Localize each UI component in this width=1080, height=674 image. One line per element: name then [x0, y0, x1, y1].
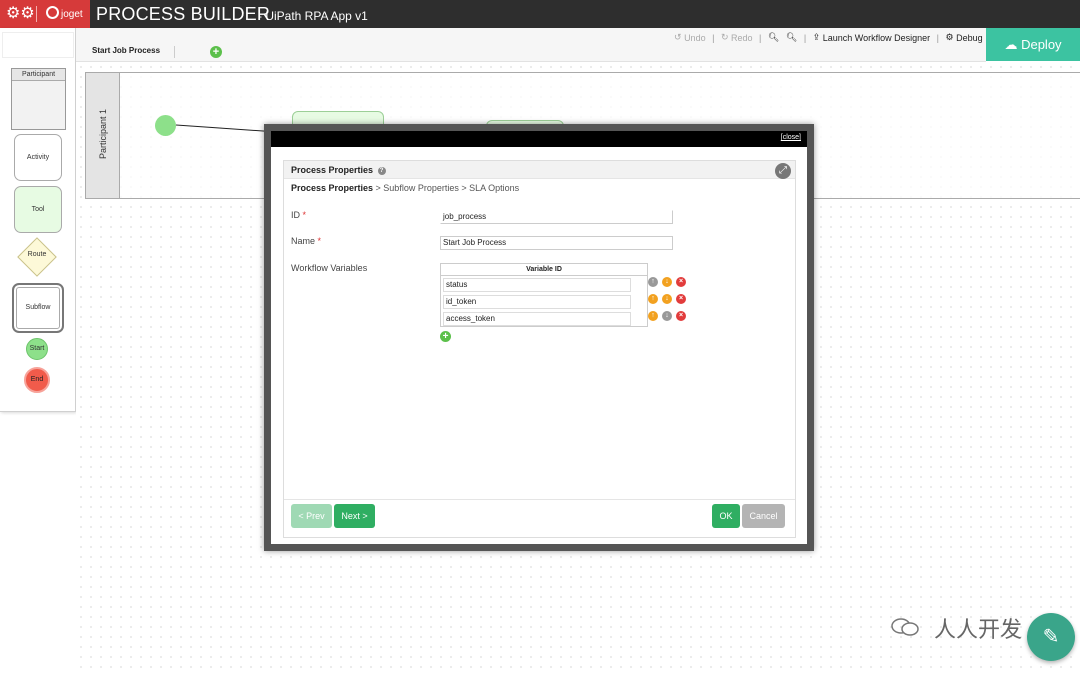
palette-route[interactable]: Route	[17, 237, 57, 277]
edit-fab[interactable]: ✎	[1027, 613, 1075, 661]
id-field[interactable]: job_process	[440, 210, 673, 224]
logo-divider	[36, 6, 37, 22]
launch-workflow-designer-button[interactable]: Launch Workflow Designer	[823, 33, 930, 43]
move-down-icon[interactable]: ↓	[662, 277, 672, 287]
toolbar-separator: |	[759, 32, 762, 43]
palette-end[interactable]: End	[24, 367, 50, 393]
move-down-icon[interactable]: ↓	[662, 294, 672, 304]
delete-icon[interactable]: ×	[676, 311, 686, 321]
breadcrumb: Process Properties > Subflow Properties …	[291, 183, 519, 193]
id-label-text: ID	[291, 210, 300, 220]
undo-button[interactable]: Undo	[684, 33, 706, 43]
dialog-footer: < Prev Next > OK Cancel	[284, 499, 795, 537]
row-controls: ↑ ↓ ×	[648, 277, 688, 289]
palette-header	[2, 32, 74, 58]
delete-icon[interactable]: ×	[676, 277, 686, 287]
toolbar-separator: |	[712, 32, 715, 43]
prev-button[interactable]: < Prev	[291, 504, 332, 528]
help-icon[interactable]: ?	[377, 167, 386, 175]
add-variable-icon[interactable]: +	[440, 331, 451, 342]
tab-start-job-process[interactable]: Start Job Process	[92, 46, 160, 55]
row-controls: ↑ ↓ ×	[648, 311, 688, 323]
cancel-button[interactable]: Cancel	[742, 504, 785, 528]
variables-table: Variable ID status id_token access_token	[440, 263, 648, 327]
palette-subflow[interactable]: Subflow	[12, 283, 64, 333]
debug-button[interactable]: Debug	[956, 33, 983, 43]
next-button[interactable]: Next >	[334, 504, 375, 528]
gear-icon: ⚙⚙	[6, 5, 35, 22]
zoom-in-icon[interactable]: 🔍︎	[768, 32, 779, 43]
name-field[interactable]: Start Job Process	[440, 236, 673, 250]
move-down-icon[interactable]: ↓	[662, 311, 672, 321]
breadcrumb-rest[interactable]: > Subflow Properties > SLA Options	[373, 183, 520, 193]
app-name: - UiPath RPA App v1	[258, 9, 368, 23]
undo-icon: ↺	[674, 32, 682, 43]
redo-icon: ↻	[720, 32, 729, 43]
variable-input[interactable]: id_token	[443, 295, 631, 309]
wechat-icon	[891, 618, 919, 636]
cloud-upload-icon: ☁	[1004, 37, 1018, 52]
joget-logo-icon	[46, 6, 59, 19]
move-up-icon[interactable]: ↑	[648, 294, 658, 304]
workflow-variables-label: Workflow Variables	[291, 263, 368, 273]
panel-title-text: Process Properties	[291, 165, 374, 175]
process-properties-dialog: [close] Process Properties ? ⤢ Process P…	[264, 124, 814, 551]
upload-icon: ⇪	[812, 32, 821, 43]
palette-start[interactable]: Start	[26, 338, 48, 360]
palette-participant[interactable]: Participant	[11, 68, 66, 130]
variable-input[interactable]: access_token	[443, 312, 631, 326]
move-up-icon[interactable]: ↑	[648, 277, 658, 287]
deploy-label: Deploy	[1021, 37, 1062, 52]
toolbar-separator: |	[803, 32, 807, 43]
watermark-text: 人人开发	[934, 617, 1023, 642]
name-label-text: Name	[291, 236, 316, 246]
move-up-icon[interactable]: ↑	[648, 311, 658, 321]
toolbar: ↺ Undo | ↻ Redo | 🔍︎ 🔍︎ | ⇪ Launch Workf…	[674, 32, 983, 44]
pencil-icon: ✎	[1042, 626, 1060, 648]
toolbar-separator: |	[936, 32, 939, 43]
palette-activity[interactable]: Activity	[14, 134, 62, 181]
row-controls: ↑ ↓ ×	[648, 294, 688, 306]
palette-tool[interactable]: Tool	[14, 186, 62, 233]
properties-panel: Process Properties ? ⤢ Process Propertie…	[283, 160, 796, 538]
dialog-titlebar: [close]	[271, 131, 807, 147]
participant-label: Participant	[12, 69, 65, 81]
breadcrumb-current: Process Properties	[291, 183, 374, 193]
delete-icon[interactable]: ×	[676, 294, 686, 304]
deploy-button[interactable]: ☁ Deploy	[986, 28, 1080, 61]
variable-input[interactable]: status	[443, 278, 631, 292]
redo-button[interactable]: Redo	[731, 33, 753, 43]
panel-title: Process Properties ?	[291, 165, 386, 175]
tab-divider	[174, 46, 175, 58]
route-label: Route	[27, 251, 47, 258]
zoom-out-icon[interactable]: 🔍︎	[786, 32, 797, 43]
add-process-icon[interactable]: +	[210, 46, 222, 58]
expand-icon[interactable]: ⤢	[775, 163, 791, 179]
top-header: ⚙⚙ joget PROCESS BUILDER - UiPath RPA Ap…	[0, 0, 1080, 28]
close-link[interactable]: [close]	[781, 134, 801, 141]
debug-gear-icon: ⚙	[945, 32, 954, 43]
required-marker: *	[317, 236, 322, 246]
name-label: Name *	[291, 236, 321, 246]
required-marker: *	[302, 210, 307, 220]
ok-button[interactable]: OK	[712, 504, 740, 528]
panel-header: Process Properties ? ⤢	[284, 161, 795, 179]
page-title: PROCESS BUILDER	[96, 4, 271, 24]
joget-logo-text: joget	[61, 9, 83, 20]
logo-area[interactable]: ⚙⚙ joget	[0, 0, 90, 28]
id-label: ID *	[291, 210, 306, 220]
variable-id-header: Variable ID	[441, 264, 647, 276]
element-palette: Participant Activity Tool Route Subflow …	[0, 28, 76, 412]
